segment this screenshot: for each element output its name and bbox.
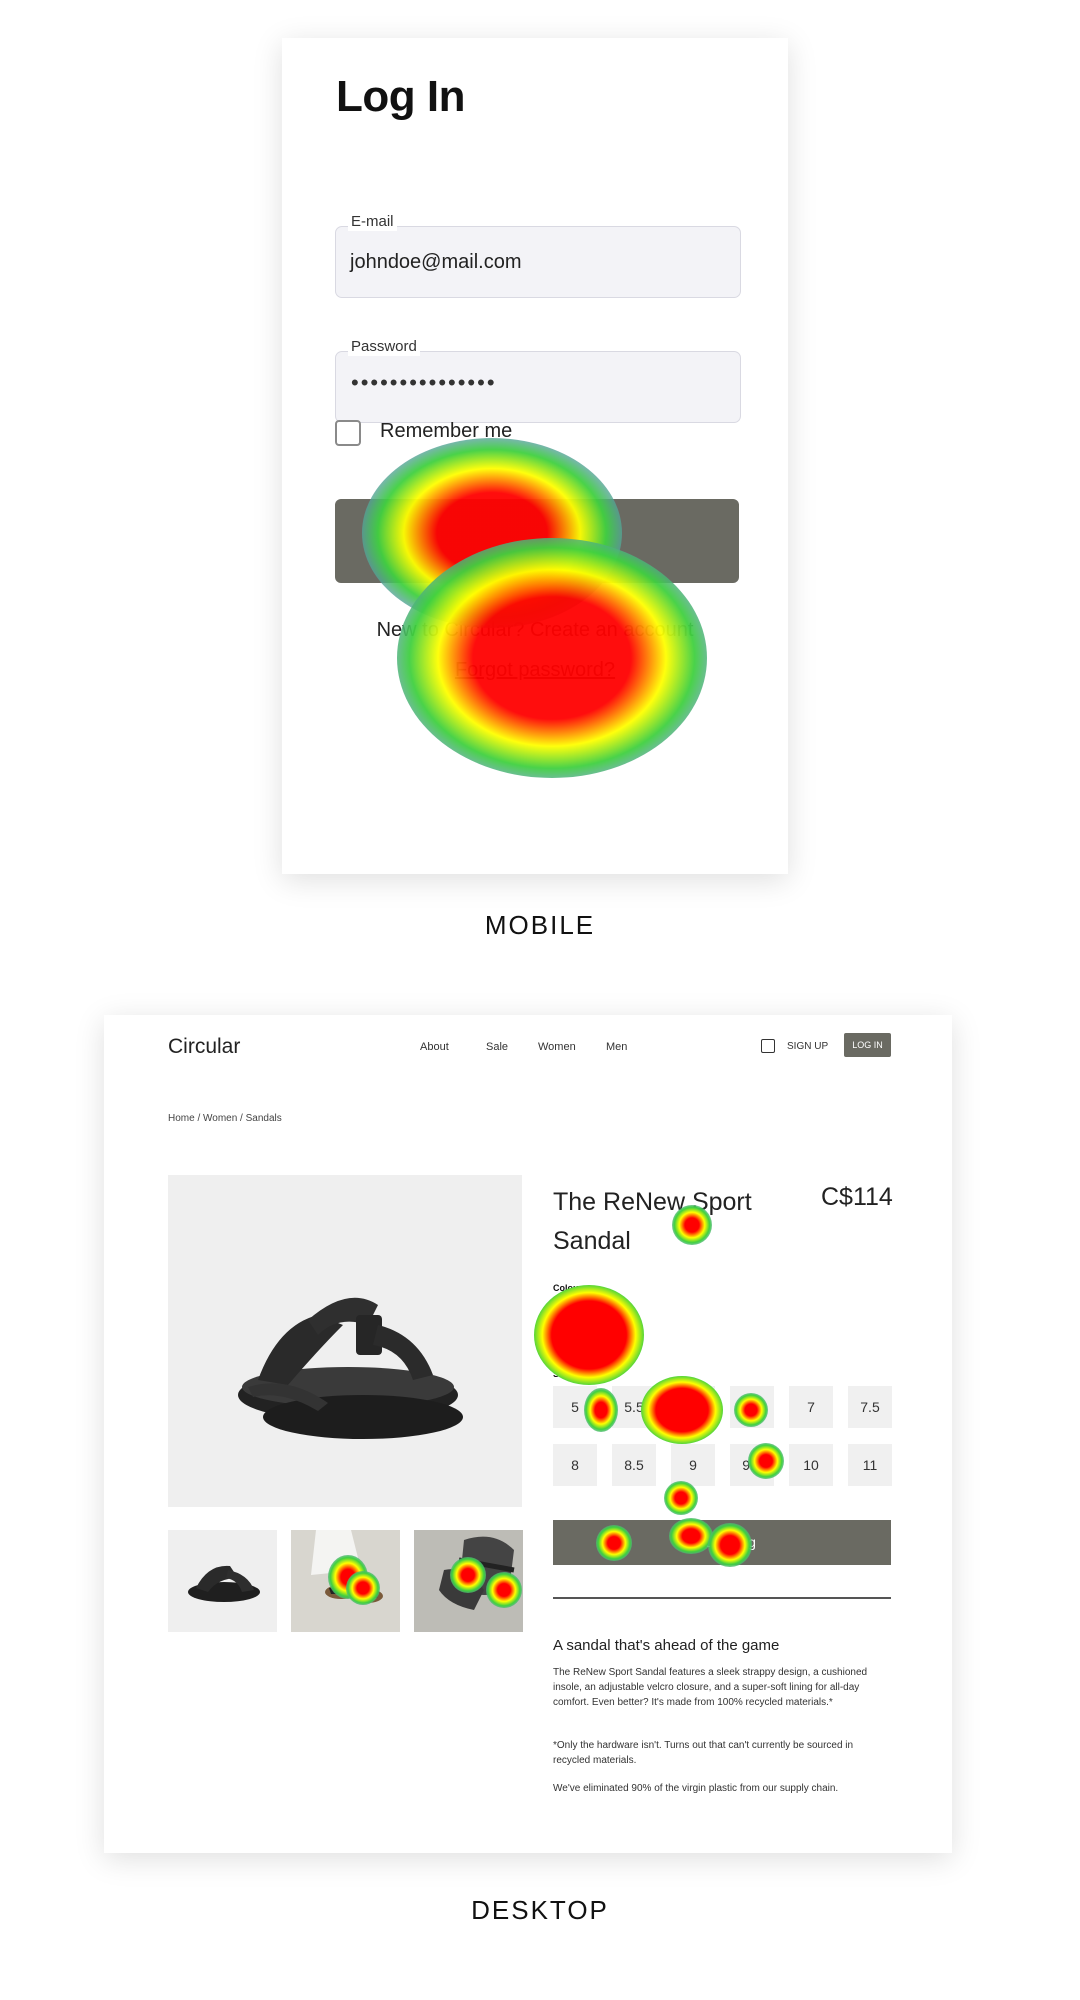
nav-women[interactable]: Women: [538, 1041, 576, 1053]
nav-about[interactable]: About: [420, 1041, 449, 1053]
email-field[interactable]: E-mail johndoe@mail.com: [335, 213, 741, 298]
remember-checkbox[interactable]: [335, 420, 361, 446]
password-value: •••••••••••••••: [351, 370, 497, 395]
nav-sale[interactable]: Sale: [486, 1041, 508, 1053]
cart-icon[interactable]: [761, 1039, 775, 1053]
size-option[interactable]: 6: [671, 1386, 715, 1428]
size-option[interactable]: 5: [553, 1386, 597, 1428]
description-paragraph: We've eliminated 90% of the virgin plast…: [553, 1783, 839, 1794]
divider: [553, 1597, 891, 1599]
heatmap-blob: [664, 1481, 698, 1515]
desktop-caption: DESKTOP: [471, 1895, 609, 1925]
mobile-login-card: Log In E-mail johndoe@mail.com Password …: [282, 38, 788, 874]
size-option[interactable]: 10: [789, 1444, 833, 1486]
description-footnote: *Only the hardware isn't. Turns out that…: [553, 1740, 854, 1766]
product-main-image: [168, 1175, 522, 1507]
product-thumbnail[interactable]: [291, 1530, 400, 1632]
size-option[interactable]: 11: [848, 1444, 892, 1486]
remember-label: Remember me: [380, 420, 513, 442]
login-button[interactable]: [335, 499, 739, 583]
description-paragraph: The ReNew Sport Sandal features a sleek …: [553, 1667, 868, 1708]
size-option[interactable]: 9: [671, 1444, 715, 1486]
size-option[interactable]: 7: [789, 1386, 833, 1428]
size-option[interactable]: 7.5: [848, 1386, 892, 1428]
product-price: C$114: [821, 1183, 893, 1211]
desktop-product-page: Circular About Sale Women Men SIGN UP LO…: [104, 1015, 952, 1853]
add-to-bag-button[interactable]: Add to bag: [553, 1520, 891, 1565]
size-option[interactable]: 9.5: [730, 1444, 774, 1486]
password-field[interactable]: Password •••••••••••••••: [335, 338, 741, 423]
sandal-image: [238, 1297, 463, 1439]
size-label: Size: [553, 1369, 572, 1379]
nav-men[interactable]: Men: [606, 1041, 627, 1053]
logo[interactable]: Circular: [168, 1035, 240, 1059]
product-title: The ReNew Sport Sandal: [553, 1188, 752, 1255]
signup-link[interactable]: SIGN UP: [787, 1041, 828, 1052]
page-title: Log In: [336, 72, 465, 121]
breadcrumb[interactable]: Home / Women / Sandals: [168, 1113, 282, 1124]
email-value: johndoe@mail.com: [350, 251, 522, 273]
product-thumbnail[interactable]: [168, 1530, 277, 1632]
forgot-password-link[interactable]: Forgot password?: [282, 659, 788, 682]
description-title: A sandal that's ahead of the game: [553, 1637, 780, 1654]
login-button[interactable]: LOG IN: [844, 1033, 891, 1057]
create-account-text[interactable]: New to Circular? Create an account: [282, 619, 788, 642]
email-label: E-mail: [348, 213, 397, 231]
colour-swatch-black[interactable]: [553, 1320, 615, 1360]
size-option[interactable]: 8: [553, 1444, 597, 1486]
colour-label: Colour: [553, 1283, 582, 1293]
mobile-caption: MOBILE: [484, 910, 596, 940]
password-label: Password: [348, 338, 420, 356]
size-option[interactable]: 6.5: [730, 1386, 774, 1428]
product-thumbnail[interactable]: [414, 1530, 523, 1632]
size-option[interactable]: 8.5: [612, 1444, 656, 1486]
size-option[interactable]: 5.5: [612, 1386, 656, 1428]
colour-value: Black: [553, 1297, 578, 1308]
